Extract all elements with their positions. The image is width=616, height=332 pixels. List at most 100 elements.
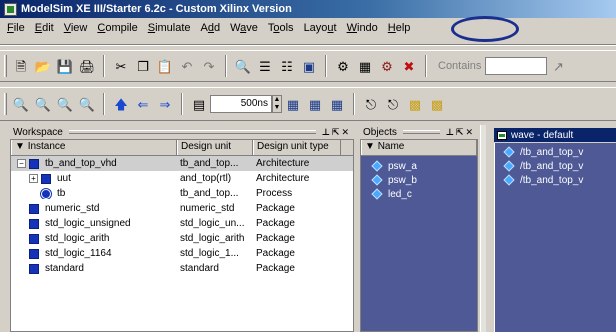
design-unit-icon [29, 203, 39, 214]
wave-signal-path: /tb_and_top_v [520, 146, 584, 158]
redo-icon[interactable]: ↷ [199, 56, 219, 76]
find-icon[interactable]: 🔍 [233, 56, 253, 76]
wave-title: wave - default [511, 129, 574, 141]
menu-tools[interactable]: Tools [263, 22, 299, 34]
menu-help[interactable]: Help [383, 22, 416, 34]
list-item[interactable]: /tb_and_top_v [495, 173, 616, 187]
new-file-icon[interactable]: 🗎 [11, 56, 31, 76]
zoom-full-icon[interactable]: 🔍 [55, 94, 75, 114]
back-arrow-icon[interactable]: ⇐ [133, 94, 153, 114]
design-unit-cell: tb_and_top... [180, 188, 239, 199]
contains-search-input[interactable] [485, 57, 548, 75]
signal-icon [371, 160, 383, 172]
panel-window-controls[interactable]: ⊥⇱✕ [446, 127, 478, 138]
print-icon[interactable]: 🖨 [77, 56, 97, 76]
table-row[interactable]: std_logic_unsigned std_logic_un... Package [11, 216, 353, 231]
performance-icon[interactable]: ▩ [427, 94, 447, 114]
table-row[interactable]: tb tb_and_top... Process [11, 186, 353, 201]
zoom-out-icon[interactable]: 🔍 [33, 94, 53, 114]
instance-name: numeric_std [45, 203, 100, 214]
instance-name: uut [57, 173, 71, 184]
list-icon[interactable]: ☷ [277, 56, 297, 76]
design-unit-type-cell: Package [256, 248, 295, 259]
simulate-icon[interactable]: ⚙ [377, 56, 397, 76]
zoom-cursor-icon[interactable]: 🔍 [77, 94, 97, 114]
design-unit-type-cell: Package [256, 233, 295, 244]
save-icon[interactable]: 💾 [55, 56, 75, 76]
memory-icon[interactable]: ▣ [299, 56, 319, 76]
undo-icon[interactable]: ↶ [177, 56, 197, 76]
run-length-spinner[interactable]: ▲ ▼ [272, 95, 282, 113]
table-row[interactable]: std_logic_arith std_logic_arith Package [11, 231, 353, 246]
continue-icon[interactable]: ▦ [305, 94, 325, 114]
design-unit-icon [29, 158, 39, 169]
step-up-icon[interactable]: 🡅 [111, 94, 131, 114]
open-folder-icon[interactable]: 📂 [33, 56, 53, 76]
contains-search-icon[interactable]: ↗ [548, 56, 568, 76]
step-over-icon[interactable]: ⎋ [383, 94, 403, 114]
table-row[interactable]: std_logic_1164 std_logic_1... Package [11, 246, 353, 261]
compile-icon[interactable]: ⚙ [333, 56, 353, 76]
menu-compile[interactable]: Compile [92, 22, 142, 34]
menu-edit[interactable]: Edit [30, 22, 59, 34]
wave-panel: wave - default /tb_and_top_v/tb_and_top_… [488, 125, 616, 332]
menu-view[interactable]: View [59, 22, 93, 34]
list-item[interactable]: psw_a [361, 159, 477, 173]
menu-wave[interactable]: Wave [225, 22, 263, 34]
dataflow-icon[interactable]: ▩ [405, 94, 425, 114]
list-item[interactable]: led_c [361, 187, 477, 201]
wave-title-bar[interactable]: wave - default [494, 128, 616, 142]
run-length-input[interactable]: 500ns [210, 95, 272, 113]
column-instance[interactable]: ▼ Instance [11, 140, 177, 155]
cut-icon[interactable]: ✂ [111, 56, 131, 76]
design-unit-cell: tb_and_top... [180, 158, 239, 169]
restart-icon[interactable]: ▤ [189, 94, 209, 114]
run-icon[interactable]: ▦ [283, 94, 303, 114]
forward-arrow-icon[interactable]: ⇒ [155, 94, 175, 114]
compile-all-icon[interactable]: ▦ [355, 56, 375, 76]
instance-name: standard [45, 263, 84, 274]
run-all-icon[interactable]: ▦ [327, 94, 347, 114]
table-row[interactable]: standard standard Package [11, 261, 353, 276]
list-item[interactable]: psw_b [361, 173, 477, 187]
panel-drag-bar[interactable] [68, 130, 316, 134]
design-unit-cell: and_top(rtl) [180, 173, 232, 184]
instance-name: std_logic_arith [45, 233, 110, 244]
toolbar-separator [225, 55, 227, 77]
process-icon [41, 188, 51, 199]
column-name[interactable]: ▼ Name [361, 140, 477, 155]
panel-window-controls[interactable]: ⊥⇱✕ [322, 127, 354, 138]
menu-file[interactable]: File [2, 22, 30, 34]
break-icon[interactable]: ✖ [399, 56, 419, 76]
column-design-unit-type[interactable]: Design unit type [253, 140, 341, 155]
paste-icon[interactable]: 📋 [155, 56, 175, 76]
table-row[interactable]: − tb_and_top_vhd tb_and_top... Architecture [11, 156, 353, 171]
main-toolbar: 🗎 📂 💾 🖨 ✂ ❐ 📋 ↶ ↷ 🔍 ☰ ☷ ▣ ⚙ ▦ ⚙ ✖ Contai… [0, 50, 616, 82]
signal-icon [503, 160, 515, 172]
window-title-bar[interactable]: ModelSim XE III/Starter 6.2c - Custom Xi… [0, 0, 616, 18]
table-row[interactable]: numeric_std numeric_std Package [11, 201, 353, 216]
workspace-splitter[interactable] [480, 125, 486, 332]
menu-add[interactable]: Add [196, 22, 226, 34]
copy-icon[interactable]: ❐ [133, 56, 153, 76]
step-icon[interactable]: ⎋ [361, 94, 381, 114]
menu-layout[interactable]: Layout [299, 22, 342, 34]
column-design-unit[interactable]: Design unit [177, 140, 253, 155]
expand-icon[interactable]: + [29, 174, 38, 183]
list-item[interactable]: /tb_and_top_v [495, 159, 616, 173]
design-unit-type-cell: Package [256, 263, 295, 274]
panel-drag-bar[interactable] [402, 130, 440, 134]
collapse-icon[interactable]: − [17, 159, 26, 168]
menu-simulate[interactable]: Simulate [143, 22, 196, 34]
hierarchy-icon[interactable]: ☰ [255, 56, 275, 76]
zoom-in-icon[interactable]: 🔍 [11, 94, 31, 114]
table-row[interactable]: + uut and_top(rtl) Architecture [11, 171, 353, 186]
design-unit-icon [29, 263, 39, 274]
toolbar-separator [425, 55, 427, 77]
toolbar-grip[interactable] [4, 93, 7, 115]
menu-windo[interactable]: Windo [342, 22, 383, 34]
toolbar-grip[interactable] [4, 55, 7, 77]
toolbar-separator [325, 55, 327, 77]
design-unit-cell: numeric_std [180, 203, 235, 214]
list-item[interactable]: /tb_and_top_v [495, 145, 616, 159]
